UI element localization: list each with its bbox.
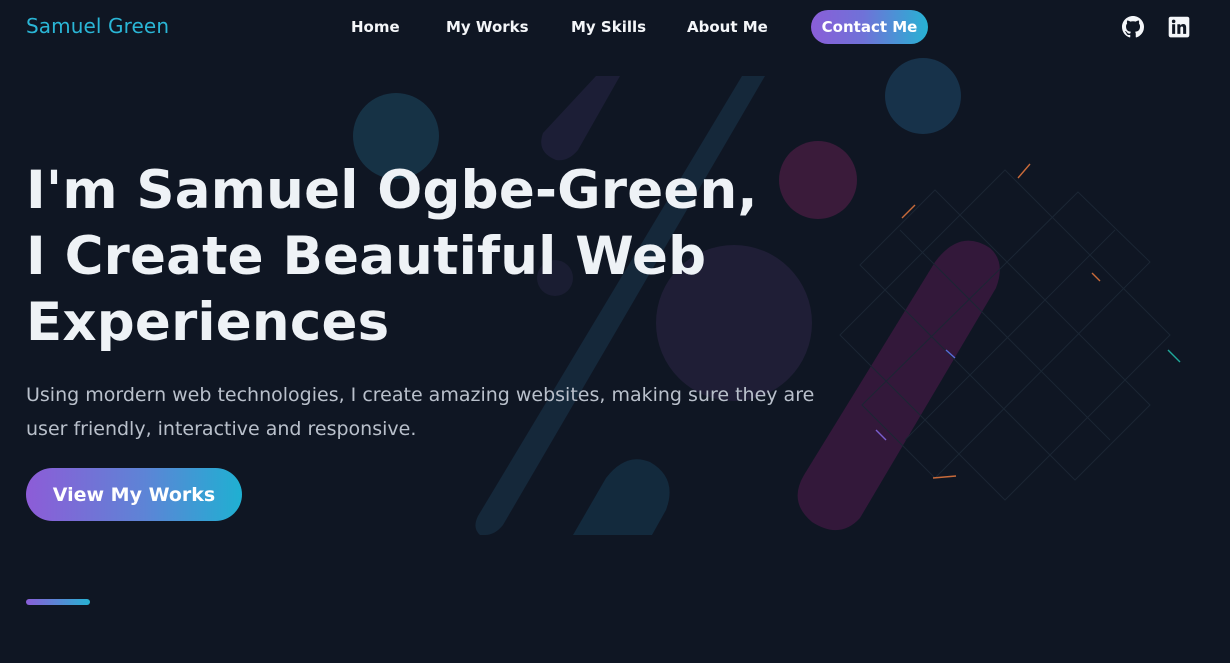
navbar: Samuel Green Home My Works My Skills Abo… bbox=[0, 0, 1230, 55]
brand-logo-text[interactable]: Samuel Green bbox=[26, 14, 169, 38]
deco-circle-magenta bbox=[779, 141, 857, 219]
deco-pill bbox=[797, 240, 1000, 531]
deco-sparkles bbox=[875, 163, 1181, 479]
nav-link-home[interactable]: Home bbox=[351, 18, 400, 36]
view-my-works-button[interactable]: View My Works bbox=[26, 468, 242, 521]
nav-link-about-me[interactable]: About Me bbox=[687, 18, 768, 36]
section-accent-bar bbox=[26, 599, 90, 605]
hero-title: I'm Samuel Ogbe-Green, I Create Beautifu… bbox=[26, 158, 786, 356]
hero-title-line-1: I'm Samuel Ogbe-Green, bbox=[26, 160, 758, 221]
hero-subtitle: Using mordern web technologies, I create… bbox=[26, 384, 815, 440]
deco-small-stroke bbox=[541, 76, 620, 161]
page: Samuel Green Home My Works My Skills Abo… bbox=[0, 0, 1230, 663]
deco-circle-teal-right bbox=[885, 58, 961, 134]
hero-title-line-3: Experiences bbox=[26, 292, 390, 353]
nav-link-my-works[interactable]: My Works bbox=[446, 18, 529, 36]
contact-me-button[interactable]: Contact Me bbox=[811, 10, 928, 44]
deco-drop bbox=[573, 459, 670, 535]
nav-link-my-skills[interactable]: My Skills bbox=[571, 18, 646, 36]
hero-title-line-2: I Create Beautiful Web bbox=[26, 226, 707, 287]
deco-grid bbox=[839, 169, 1171, 501]
github-icon[interactable] bbox=[1122, 16, 1144, 38]
linkedin-icon[interactable] bbox=[1168, 16, 1190, 38]
